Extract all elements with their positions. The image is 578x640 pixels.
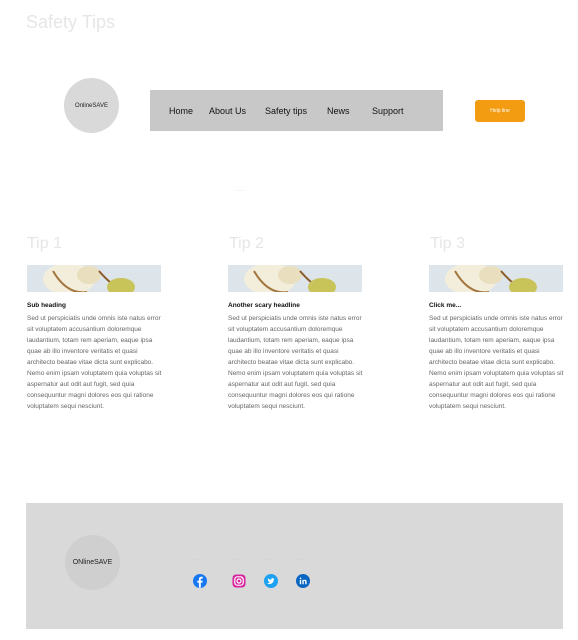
page-title: Safety Tips <box>26 12 116 32</box>
site-logo[interactable]: OnlineSAVE <box>64 78 119 133</box>
tip-heading: Sub heading <box>27 302 66 309</box>
tip-body: Sed ut perspiciatis unde omnis iste natu… <box>429 315 564 410</box>
nav-link-home[interactable]: Home <box>169 106 193 116</box>
social-label: ... <box>193 555 202 562</box>
tip-image <box>27 265 161 292</box>
help-line-button[interactable]: Help line <box>475 100 525 122</box>
twitter-icon[interactable] <box>264 574 278 588</box>
linkedin-icon[interactable] <box>296 574 310 588</box>
tip-body: Sed ut perspiciatis unde omnis iste natu… <box>27 315 162 410</box>
tip-image <box>429 265 563 292</box>
footer-logo[interactable]: ONlineSAVE <box>65 535 120 590</box>
social-label: ... <box>296 555 305 562</box>
tip-body: Sed ut perspiciatis unde omnis iste natu… <box>228 315 363 410</box>
tip-heading-link[interactable]: Click me... <box>429 302 461 309</box>
nav-link-news[interactable]: News <box>327 106 350 116</box>
footer-logo-text: ONlineSAVE <box>72 559 113 566</box>
tip-title: Tip 1 <box>27 235 62 252</box>
nav-link-safety-tips[interactable]: Safety tips <box>265 106 307 116</box>
nav-link-about-us[interactable]: About Us <box>209 106 246 116</box>
logo-text: OnlineSAVE <box>75 102 108 109</box>
tip-title: Tip 2 <box>229 235 264 252</box>
social-label: ... <box>232 555 241 562</box>
instagram-icon[interactable] <box>232 574 246 588</box>
facebook-icon[interactable] <box>193 574 207 588</box>
tip-title: Tip 3 <box>430 235 465 252</box>
tip-image <box>228 265 362 292</box>
section-dots: ... <box>236 186 245 193</box>
social-label: ... <box>264 555 273 562</box>
tip-heading: Another scary headline <box>228 302 300 309</box>
nav-link-support[interactable]: Support <box>372 106 404 116</box>
